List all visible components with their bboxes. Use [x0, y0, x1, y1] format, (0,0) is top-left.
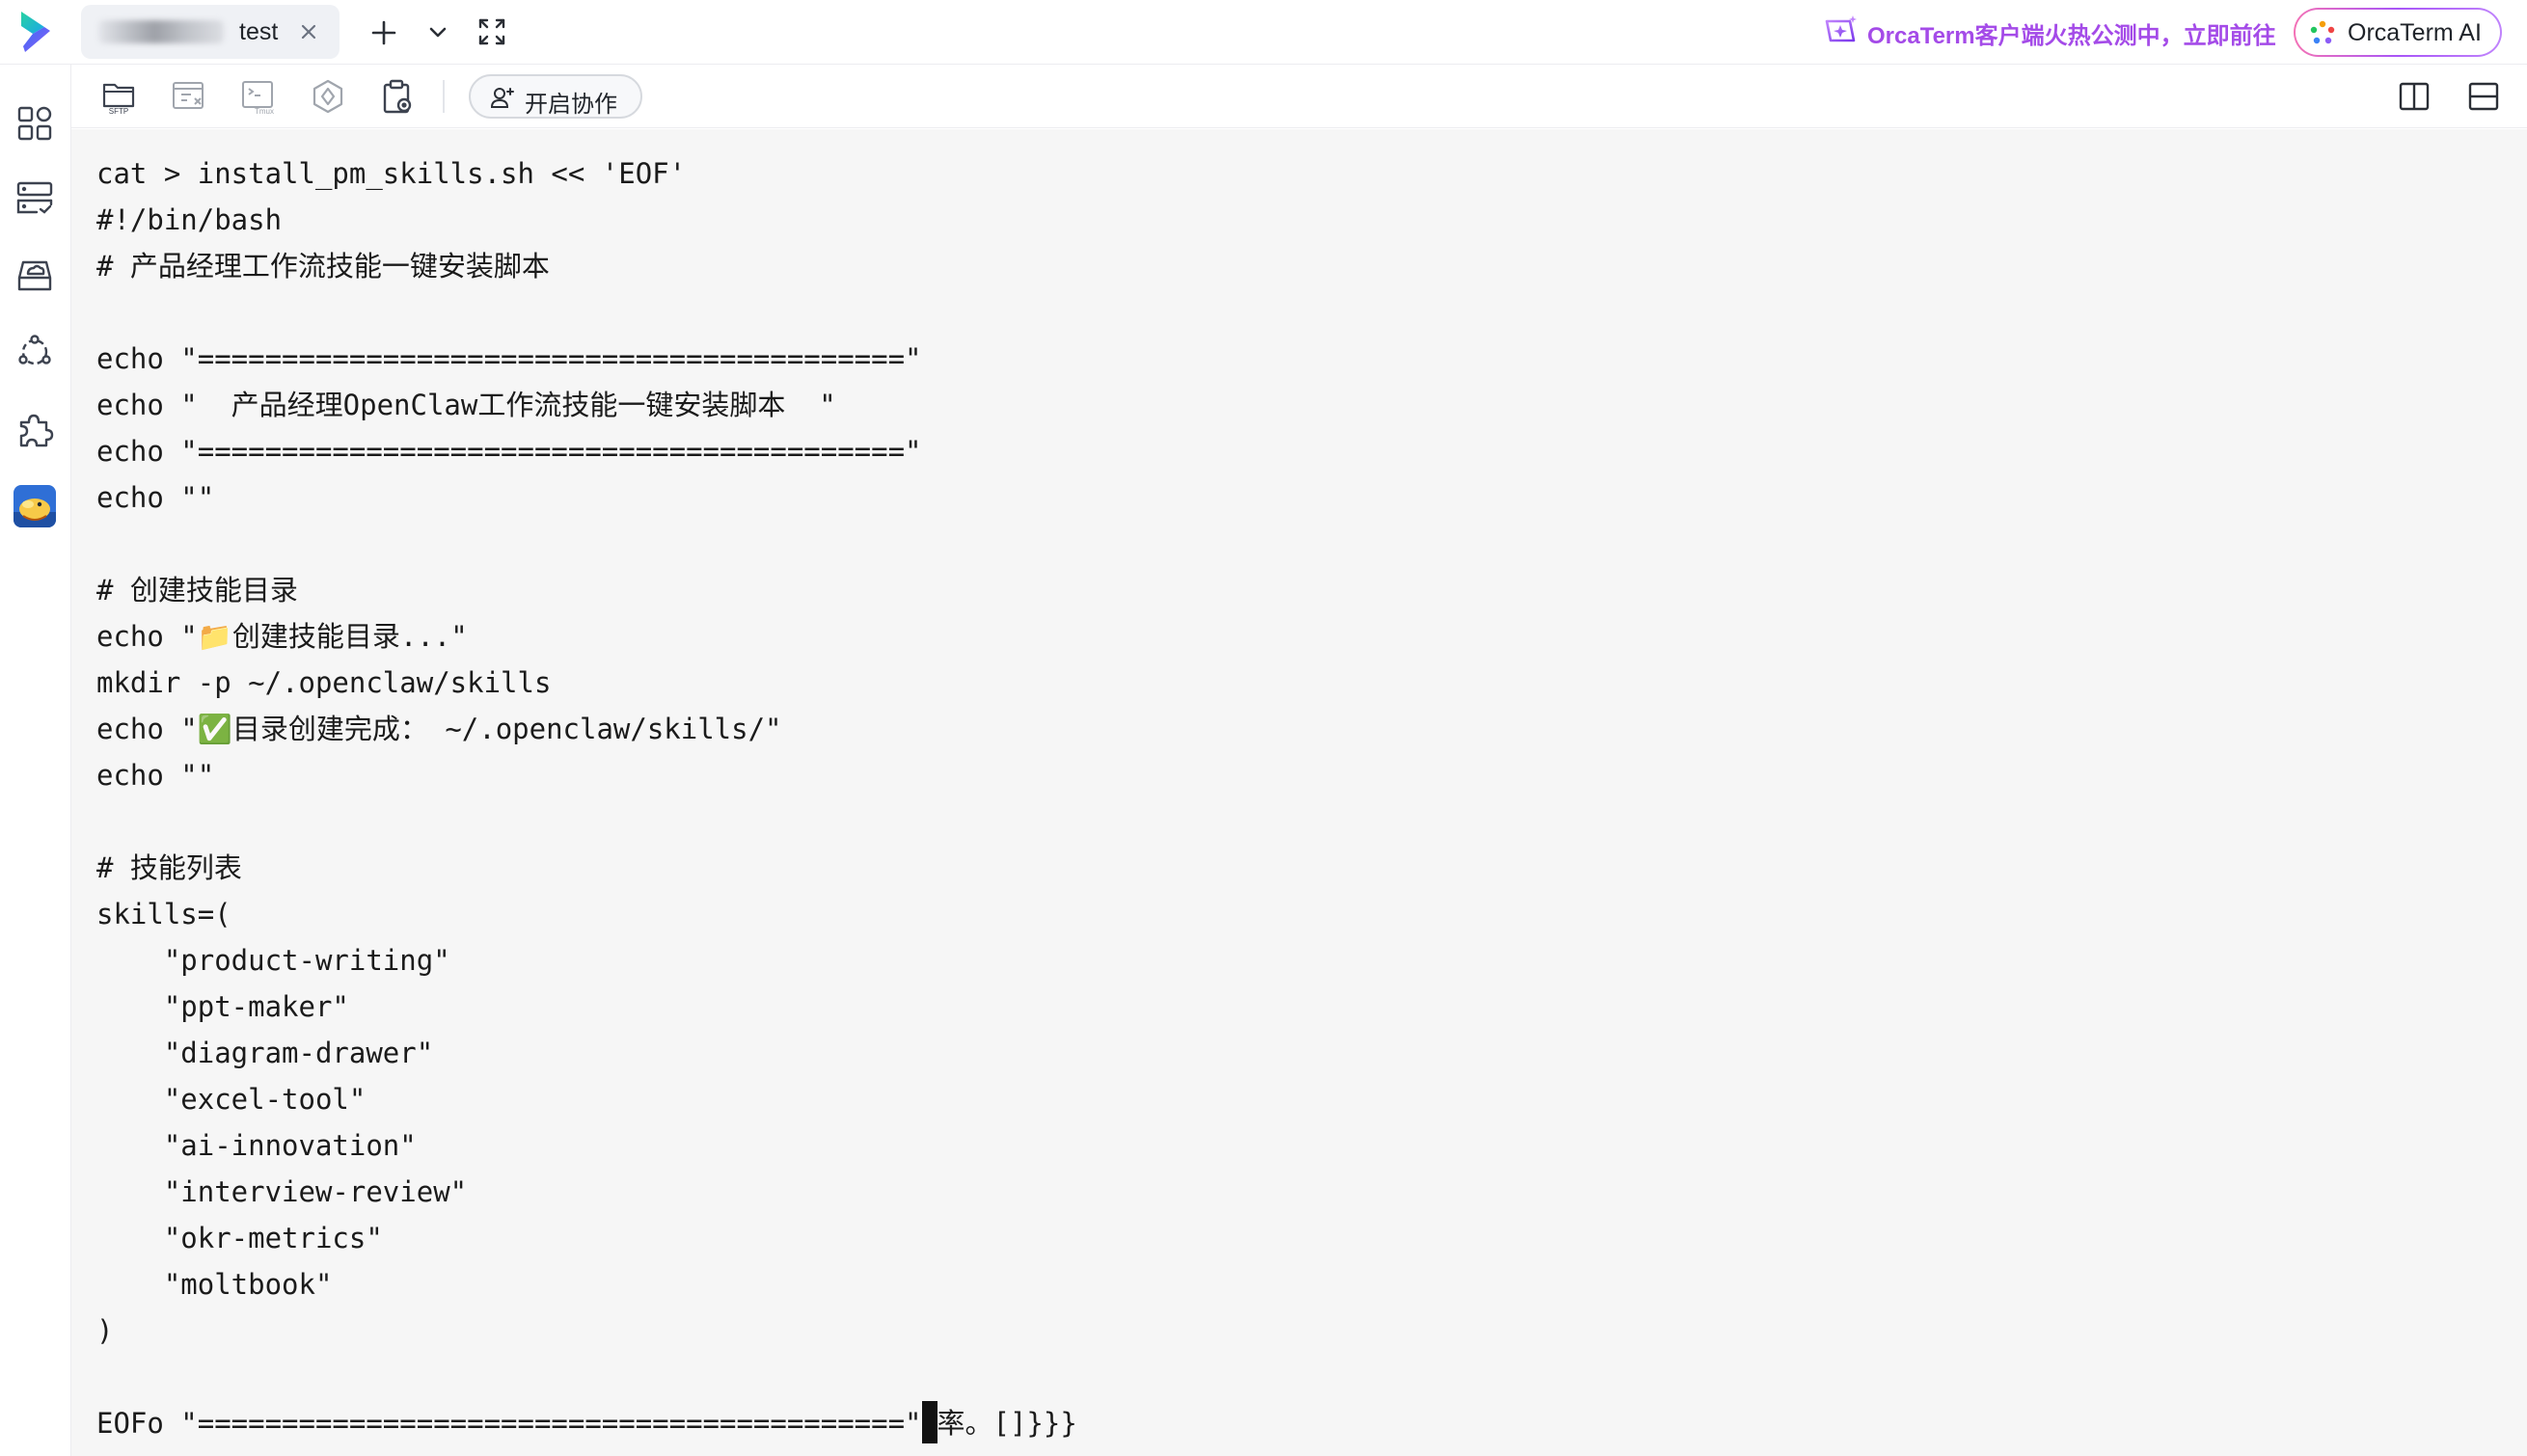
sftp-text: SFTP	[109, 107, 128, 116]
terminal-line: cat > install_pm_skills.sh << 'EOF'	[96, 157, 687, 190]
terminal-line: "ppt-maker"	[96, 990, 349, 1023]
network-icon[interactable]	[14, 331, 56, 373]
terminal-line: echo "📁创建技能目录..."	[96, 620, 468, 653]
tmux-text: Tmux	[255, 107, 274, 116]
terminal-line: mkdir -p ~/.openclaw/skills	[96, 666, 552, 699]
terminal-pane[interactable]: cat > install_pm_skills.sh << 'EOF' #!/bi…	[71, 129, 2527, 1456]
terminal-line: "ai-innovation"	[96, 1129, 417, 1162]
terminal-line: "okr-metrics"	[96, 1222, 383, 1254]
orca-ai-button[interactable]: OrcaTerm AI	[2294, 8, 2502, 57]
terminal-line: "excel-tool"	[96, 1083, 367, 1116]
terminal-output: cat > install_pm_skills.sh << 'EOF' #!/bi…	[96, 150, 1077, 1446]
plugin-icon[interactable]	[14, 409, 56, 451]
orca-ai-label: OrcaTerm AI	[2348, 19, 2482, 46]
layout-icon[interactable]	[170, 77, 208, 116]
app-window: test OrcaTerm客户端火热公测中，立即前往 OrcaTerm AI S…	[0, 0, 2527, 1456]
terminal-line: "moltbook"	[96, 1268, 333, 1301]
collaboration-label: 开启协作	[525, 92, 617, 118]
dashboard-icon[interactable]	[14, 102, 56, 145]
terminal-line: )	[96, 1314, 114, 1347]
close-icon[interactable]	[295, 18, 322, 45]
terminal-line: "diagram-drawer"	[96, 1037, 434, 1069]
clipboard-icon[interactable]	[378, 77, 417, 116]
plus-icon[interactable]	[365, 13, 403, 52]
redacted-host-address	[98, 20, 224, 43]
session-tab[interactable]: test	[81, 5, 340, 59]
terminal-line: echo "==================================…	[96, 435, 922, 468]
terminal-line: echo "==================================…	[96, 342, 922, 375]
left-sidebar	[0, 65, 71, 1456]
top-tab-bar: test OrcaTerm客户端火热公测中，立即前往 OrcaTerm AI	[0, 0, 2527, 65]
user-plus-icon	[490, 88, 514, 108]
terminal-line: # 产品经理工作流技能一键安装脚本	[96, 250, 550, 283]
terminal-line: "product-writing"	[96, 944, 450, 977]
chevron-down-icon[interactable]	[421, 13, 455, 52]
sftp-folder-icon[interactable]: SFTP	[100, 77, 139, 116]
app-logo-icon[interactable]	[15, 8, 56, 56]
terminal-line: skills=(	[96, 898, 231, 930]
split-vertical-icon[interactable]	[2398, 81, 2431, 112]
toolbar-divider	[443, 80, 445, 113]
promo-link[interactable]: OrcaTerm客户端火热公测中，立即前往	[1867, 16, 2276, 50]
cloud-storage-icon[interactable]	[14, 255, 56, 297]
terminal-prompt-line: EOFo "==================================…	[96, 1400, 1077, 1446]
ai-hexagon-icon[interactable]	[309, 77, 347, 116]
sparkle-icon[interactable]	[1821, 12, 1860, 50]
terminal-line: #!/bin/bash	[96, 203, 283, 236]
hosts-icon[interactable]	[14, 177, 56, 220]
collaboration-button[interactable]: 开启协作	[469, 74, 642, 119]
terminal-line: echo "✅目录创建完成： ~/.openclaw/skills/"	[96, 713, 782, 745]
prompt-text-before-cursor: EOFo "==================================…	[96, 1407, 922, 1440]
terminal-toolbar: SFTP Tmux 开启协作	[71, 65, 2527, 128]
tmux-icon[interactable]: Tmux	[239, 77, 278, 116]
terminal-line: echo ""	[96, 759, 215, 792]
fullscreen-icon[interactable]	[473, 13, 511, 51]
terminal-line: echo " 产品经理OpenClaw工作流技能一键安装脚本 "	[96, 389, 836, 421]
prompt-text-after-cursor: 率。[]}}}	[937, 1407, 1077, 1440]
terminal-line: # 创建技能目录	[96, 574, 298, 607]
avatar[interactable]	[14, 485, 56, 527]
split-horizontal-icon[interactable]	[2467, 81, 2500, 112]
terminal-cursor	[921, 1401, 937, 1443]
terminal-line: "interview-review"	[96, 1175, 468, 1208]
terminal-line: echo ""	[96, 481, 215, 514]
terminal-line: # 技能列表	[96, 851, 242, 884]
orca-ai-icon	[2310, 20, 2335, 44]
tab-label: test	[239, 18, 279, 45]
